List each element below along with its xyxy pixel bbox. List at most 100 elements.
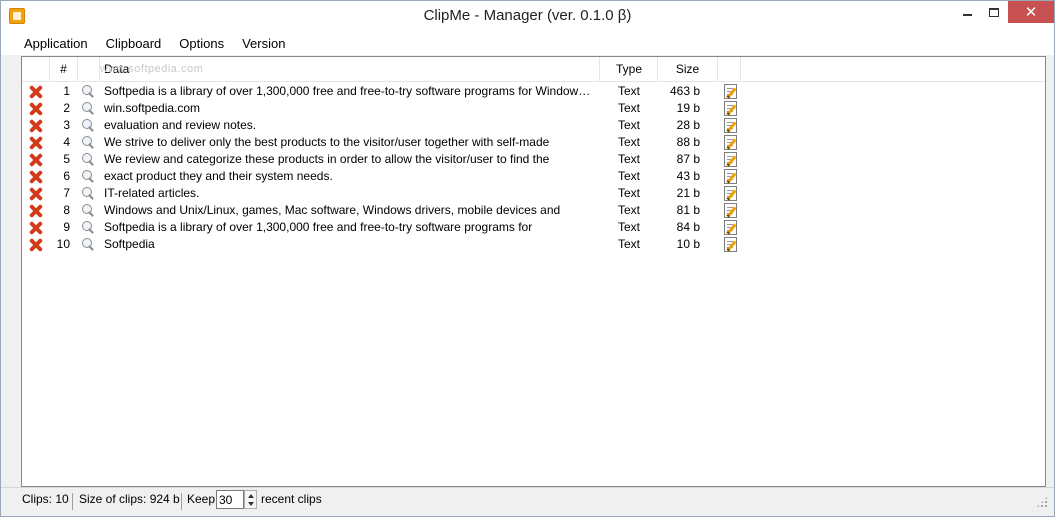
menu-version[interactable]: Version	[233, 33, 294, 54]
delete-icon[interactable]	[29, 238, 43, 252]
row-size: 28 b	[676, 118, 700, 132]
row-number: 2	[63, 101, 70, 115]
row-type: Text	[618, 84, 641, 98]
table-row[interactable]: 7 IT-related articles. Text 21 b	[22, 185, 1045, 202]
menu-bar: Application Clipboard Options Version	[1, 31, 1054, 55]
delete-icon[interactable]	[29, 187, 43, 201]
grid-rows: 1 Softpedia is a library of over 1,300,00…	[22, 83, 1045, 253]
row-type: Text	[618, 101, 641, 115]
recent-clips-label: recent clips	[261, 492, 322, 506]
row-number: 8	[63, 203, 70, 217]
maximize-icon	[989, 7, 999, 17]
search-icon[interactable]	[81, 169, 95, 183]
row-type: Text	[618, 237, 641, 251]
row-data: exact product they and their system need…	[104, 169, 333, 183]
table-row[interactable]: 8 Windows and Unix/Linux, games, Mac soft…	[22, 202, 1045, 219]
delete-icon[interactable]	[29, 136, 43, 150]
menu-application[interactable]: Application	[15, 33, 97, 54]
row-size: 87 b	[676, 152, 700, 166]
minimize-button[interactable]	[952, 1, 982, 23]
table-row[interactable]: 2 win.softpedia.com Text 19 b	[22, 100, 1045, 117]
search-icon[interactable]	[81, 237, 95, 251]
edit-note-icon[interactable]	[724, 84, 737, 99]
row-size: 10 b	[676, 237, 700, 251]
header-view	[78, 57, 100, 82]
row-data: Softpedia	[104, 237, 155, 251]
row-number: 9	[63, 220, 70, 234]
search-icon[interactable]	[81, 152, 95, 166]
search-icon[interactable]	[81, 186, 95, 200]
header-delete	[22, 57, 50, 82]
search-icon[interactable]	[81, 118, 95, 132]
delete-icon[interactable]	[29, 153, 43, 167]
spin-down-icon[interactable]	[248, 502, 254, 506]
table-row[interactable]: 3 evaluation and review notes. Text 28 b	[22, 117, 1045, 134]
status-separator	[181, 493, 182, 510]
status-bar: Clips: 10 Size of clips: 924 b Keep rece…	[1, 487, 1054, 516]
clips-grid[interactable]: # Data Type Size www.softpedia.com 1 Soft…	[21, 56, 1046, 487]
window-title: ClipMe - Manager (ver. 0.1.0 β)	[423, 7, 632, 24]
status-separator	[72, 493, 73, 510]
row-type: Text	[618, 169, 641, 183]
delete-icon[interactable]	[29, 102, 43, 116]
delete-icon[interactable]	[29, 204, 43, 218]
delete-icon[interactable]	[29, 119, 43, 133]
row-size: 81 b	[676, 203, 700, 217]
search-icon[interactable]	[81, 135, 95, 149]
table-row[interactable]: 9 Softpedia is a library of over 1,300,00…	[22, 219, 1045, 236]
delete-icon[interactable]	[29, 85, 43, 99]
row-number: 1	[63, 84, 70, 98]
clips-size: Size of clips: 924 b	[79, 492, 180, 506]
header-type[interactable]: Type	[600, 57, 658, 82]
search-icon[interactable]	[81, 101, 95, 115]
edit-note-icon[interactable]	[724, 186, 737, 201]
row-data: We strive to deliver only the best produ…	[104, 135, 550, 149]
header-number[interactable]: #	[50, 57, 78, 82]
row-size: 19 b	[676, 101, 700, 115]
delete-icon[interactable]	[29, 221, 43, 235]
delete-icon[interactable]	[29, 170, 43, 184]
row-number: 3	[63, 118, 70, 132]
table-row[interactable]: 1 Softpedia is a library of over 1,300,00…	[22, 83, 1045, 100]
menu-options[interactable]: Options	[170, 33, 233, 54]
edit-note-icon[interactable]	[724, 152, 737, 167]
keep-clips-input[interactable]	[216, 490, 244, 509]
row-number: 5	[63, 152, 70, 166]
row-size: 43 b	[676, 169, 700, 183]
row-size: 88 b	[676, 135, 700, 149]
table-row[interactable]: 6 exact product they and their system nee…	[22, 168, 1045, 185]
edit-note-icon[interactable]	[724, 220, 737, 235]
search-icon[interactable]	[81, 220, 95, 234]
minimize-icon	[962, 14, 972, 16]
table-row[interactable]: 10 Softpedia Text 10 b	[22, 236, 1045, 253]
row-number: 4	[63, 135, 70, 149]
menu-clipboard[interactable]: Clipboard	[97, 33, 171, 54]
row-size: 21 b	[676, 186, 700, 200]
grid-header: # Data Type Size www.softpedia.com	[22, 57, 1045, 82]
edit-note-icon[interactable]	[724, 101, 737, 116]
row-number: 10	[56, 237, 70, 251]
table-row[interactable]: 5 We review and categorize these products…	[22, 151, 1045, 168]
search-icon[interactable]	[81, 203, 95, 217]
header-size[interactable]: Size	[658, 57, 718, 82]
edit-note-icon[interactable]	[724, 169, 737, 184]
row-size: 463 b	[669, 84, 700, 98]
resize-grip-icon[interactable]	[1036, 496, 1048, 508]
keep-label: Keep	[187, 492, 216, 506]
row-data: We review and categorize these products …	[104, 152, 550, 166]
row-data: IT-related articles.	[104, 186, 200, 200]
maximize-button[interactable]	[979, 1, 1009, 23]
row-type: Text	[618, 118, 641, 132]
table-row[interactable]: 4 We strive to deliver only the best prod…	[22, 134, 1045, 151]
row-number: 6	[63, 169, 70, 183]
edit-note-icon[interactable]	[724, 237, 737, 252]
row-type: Text	[618, 135, 641, 149]
edit-note-icon[interactable]	[724, 203, 737, 218]
search-icon[interactable]	[81, 84, 95, 98]
keep-clips-spinner[interactable]	[244, 490, 257, 509]
title-bar[interactable]: ClipMe - Manager (ver. 0.1.0 β) ✕	[1, 1, 1054, 31]
edit-note-icon[interactable]	[724, 118, 737, 133]
spin-up-icon[interactable]	[248, 494, 254, 498]
close-button[interactable]: ✕	[1008, 1, 1054, 23]
edit-note-icon[interactable]	[724, 135, 737, 150]
